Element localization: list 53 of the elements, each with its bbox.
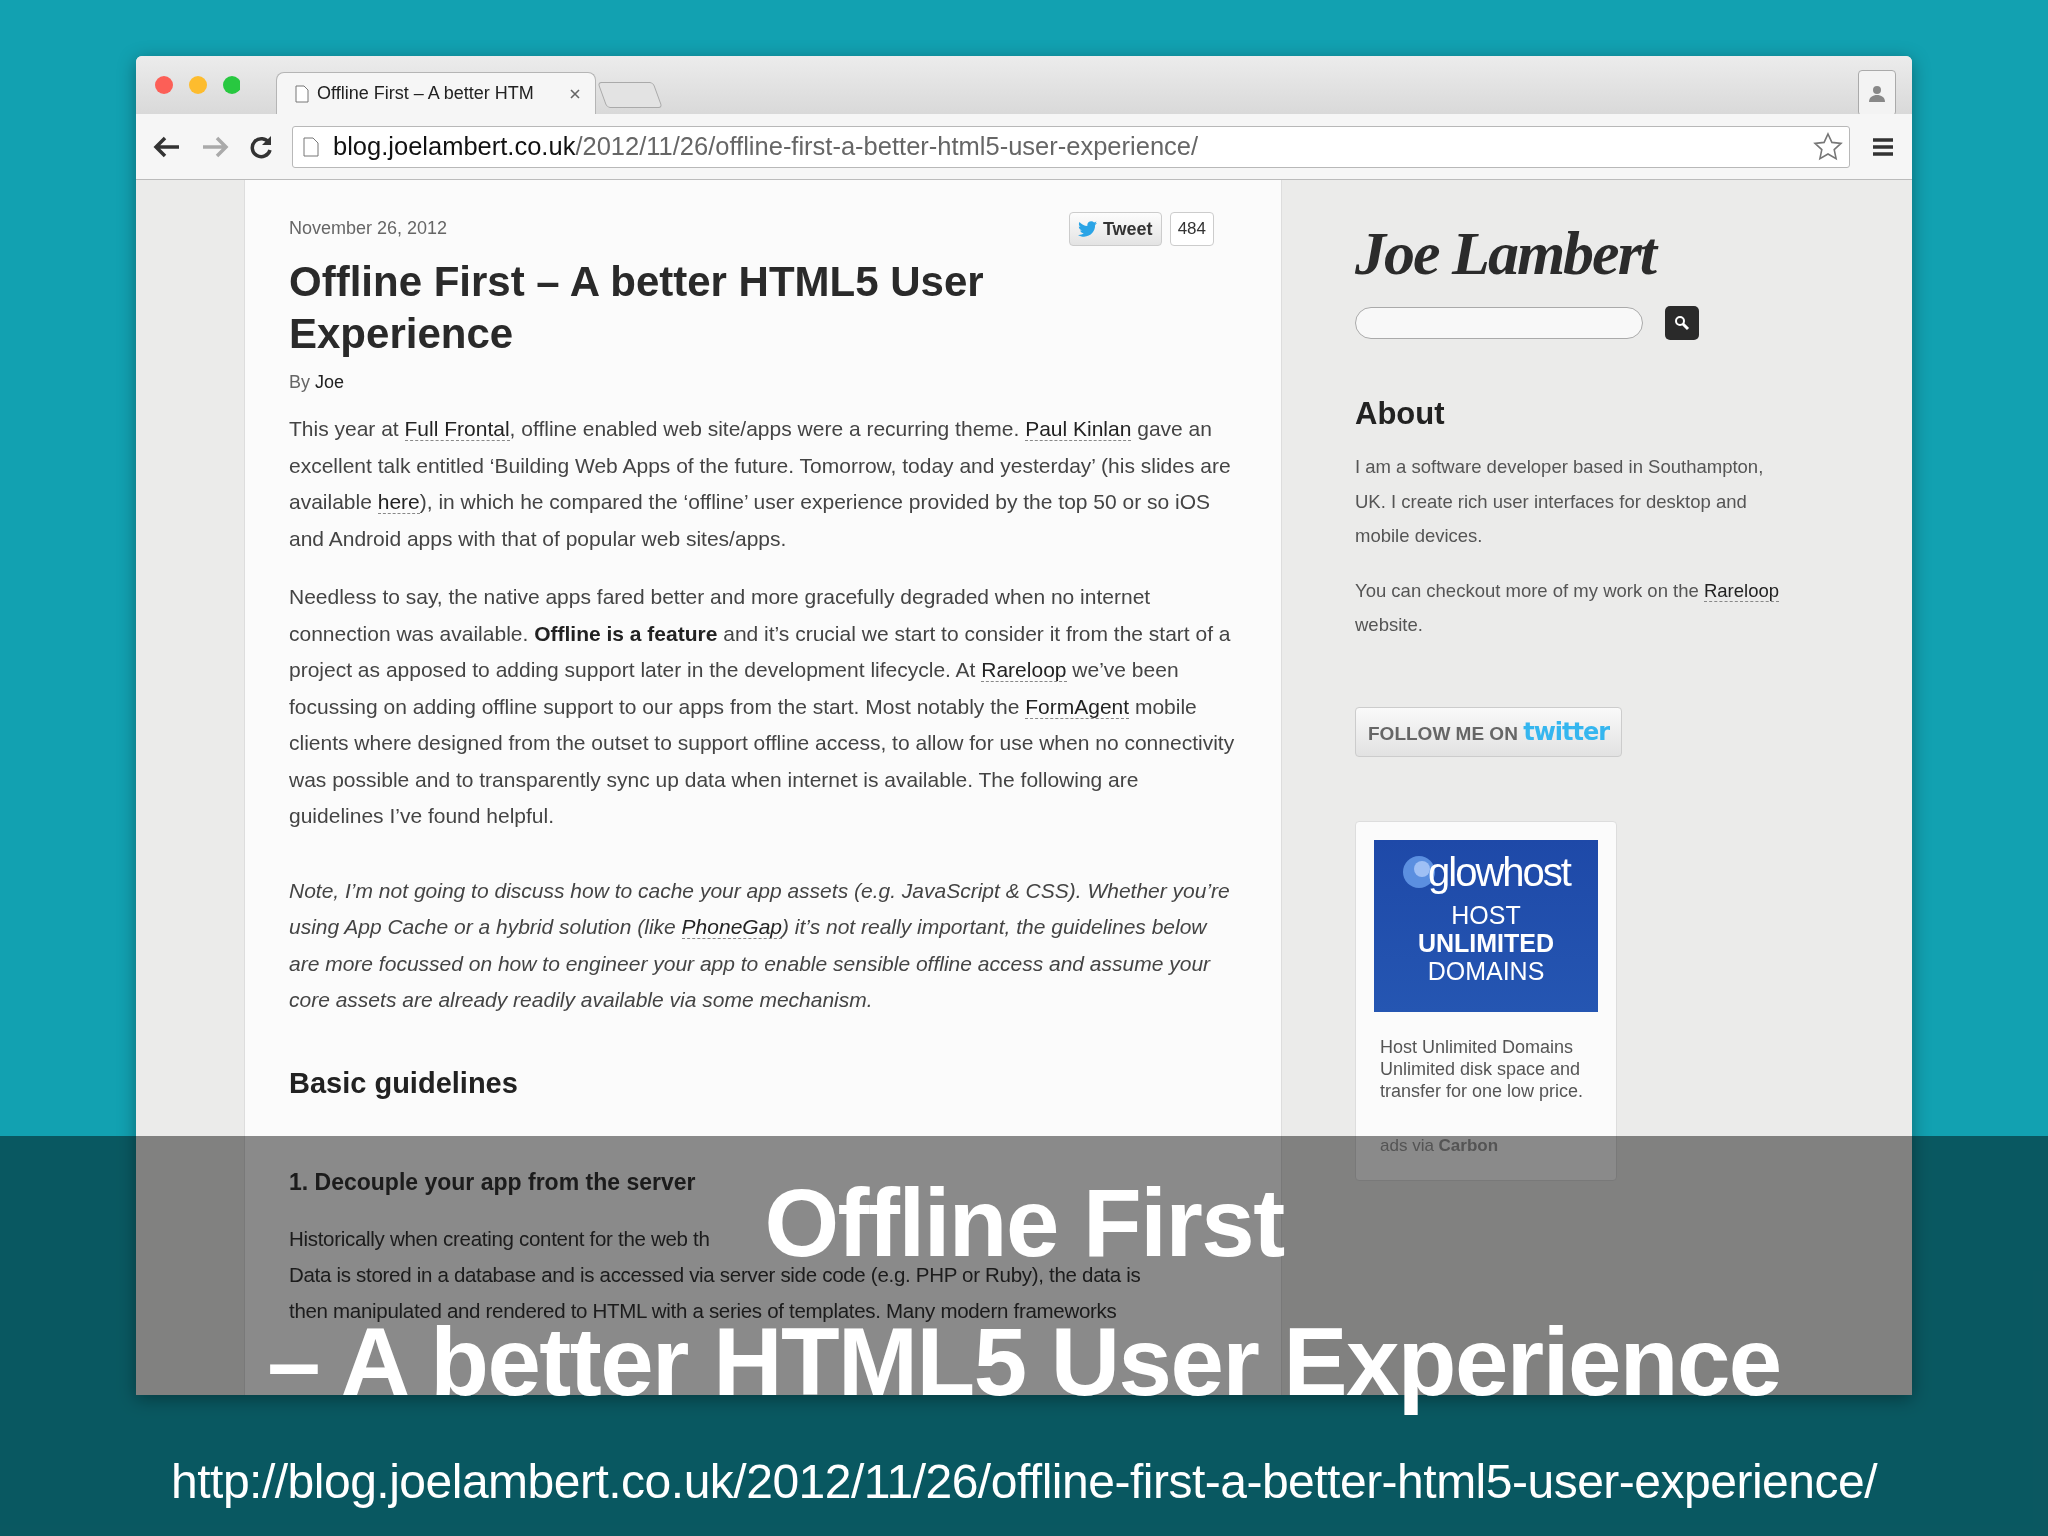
tweet-button[interactable]: Tweet — [1068, 212, 1162, 246]
close-button[interactable] — [155, 76, 173, 94]
paragraph: You can checkout more of my work on the Rareloop website. — [1355, 578, 1781, 637]
follow-button[interactable]: FOLLOW ME ON twitter — [1355, 706, 1623, 757]
paragraph: Needless to say, the native apps fared better and more gracefully degraded when no internet connection was available. Offline is a feature and it’s crucial we start to consider it from the start of a project as apposed to adding support later in the development lifecycle. At Rareloop we’ve been focussing on adding offline support to our apps from the start. Most notably the FormAgent mobile clients where designed from the outset to support offline access, to allow for use when no connectivity was possible and to transparently sync up data when internet is available. The following are guidelines I’ve found helpful. — [289, 584, 1236, 829]
paragraph: I am a software developer based in Southampton, UK. I create rich user interfaces for desktop and mobile devices. — [1355, 455, 1765, 548]
paragraph-line: then manipulated and rendered to HTML with a series of templates. Many modern frameworks — [289, 1300, 1117, 1321]
zoom-button[interactable] — [223, 76, 240, 94]
tweet-count: 484 — [1169, 212, 1214, 246]
close-icon[interactable] — [569, 87, 581, 100]
person-icon — [1867, 83, 1887, 103]
browser-tab[interactable]: Offline First – A better HTM — [276, 72, 596, 114]
paragraph-line: Historically when creating content for the web th — [289, 1228, 710, 1249]
post-date: November 26, 2012 — [289, 218, 448, 239]
profile-button[interactable] — [1858, 70, 1896, 116]
menu-icon[interactable] — [1872, 136, 1894, 157]
section-heading: Basic guidelines — [289, 1066, 519, 1100]
forward-icon[interactable] — [200, 134, 230, 159]
text-link[interactable]: Full Frontal — [404, 417, 510, 441]
page-icon — [295, 84, 309, 103]
text-link[interactable]: Paul Kinlan — [1025, 417, 1132, 441]
slide-title: Offline First — [764, 1182, 1284, 1264]
banner-text: UNLIMITED — [1417, 928, 1555, 957]
caption-url: http://blog.joelambert.co.uk/2012/11/26/offline-first-a-better-html5-user-experience/ — [171, 1454, 1877, 1511]
text-link[interactable]: Rareloop — [981, 658, 1067, 682]
text-link[interactable]: FormAgent — [1025, 694, 1130, 719]
subsection-heading: 1. Decouple your app from the server — [289, 1168, 697, 1196]
paragraph: Note, I’m not going to discuss how to cache your app assets (e.g. JavaScript & CSS). Whether you’re using App Cache or a hybrid solution (like PhoneGap) it’s not really important, the guidelines below are more focussed on how to engineer your app to enable sensible offline access and assume your core assets are already readily available via some mechanism. — [289, 877, 1231, 1013]
banner-text: DOMAINS — [1427, 956, 1545, 985]
text-link[interactable]: PhoneGap — [681, 915, 783, 939]
byline-label: By — [289, 372, 310, 393]
url-text: blog.joelambert.co.uk/2012/11/26/offline-first-a-better-html5-user-experience/ — [333, 132, 1199, 161]
ad-logo: glowhost — [1402, 849, 1570, 895]
site-logo[interactable]: Joe Lambert — [1355, 218, 1815, 288]
back-icon[interactable] — [152, 134, 182, 159]
paragraph-line: Data is stored in a database and is accessed via server side code (e.g. PHP or Ruby), the data is — [289, 1264, 1141, 1285]
paragraph: This year at Full Frontal, offline enabled web site/apps were a recurring theme. Paul Kinlan gave an excellent talk entitled ‘Building Web Apps of the future. Tomorrow, today and yesterday’ (his slides are available here), in which he compared the ‘offline’ user experience provided by the top 50 or so iOS and Android apps with that of popular web sites/apps. — [289, 416, 1232, 552]
new-tab-button[interactable] — [597, 82, 663, 108]
ad-text: Host Unlimited Domains Unlimited disk space and transfer for one low price. — [1379, 1035, 1585, 1102]
banner-text: HOST — [1451, 900, 1521, 929]
search-icon — [1674, 315, 1690, 331]
article-title: Offline First – A better HTML5 User Experience — [289, 257, 985, 359]
text-link[interactable]: here — [377, 490, 420, 514]
ad-banner[interactable]: glowhost HOST UNLIMITED DOMAINS — [1374, 839, 1598, 1012]
search-field[interactable] — [1355, 307, 1643, 339]
text-link[interactable]: Rareloop — [1703, 579, 1780, 602]
star-icon[interactable] — [1813, 131, 1843, 162]
page-icon — [303, 136, 319, 157]
search-button[interactable] — [1665, 306, 1699, 340]
address-bar[interactable]: blog.joelambert.co.uk/2012/11/26/offline-first-a-better-html5-user-experience/ — [292, 125, 1850, 168]
author-link[interactable]: Joe — [315, 372, 345, 393]
bird-icon — [1077, 221, 1098, 237]
about-heading: About — [1355, 396, 1446, 432]
